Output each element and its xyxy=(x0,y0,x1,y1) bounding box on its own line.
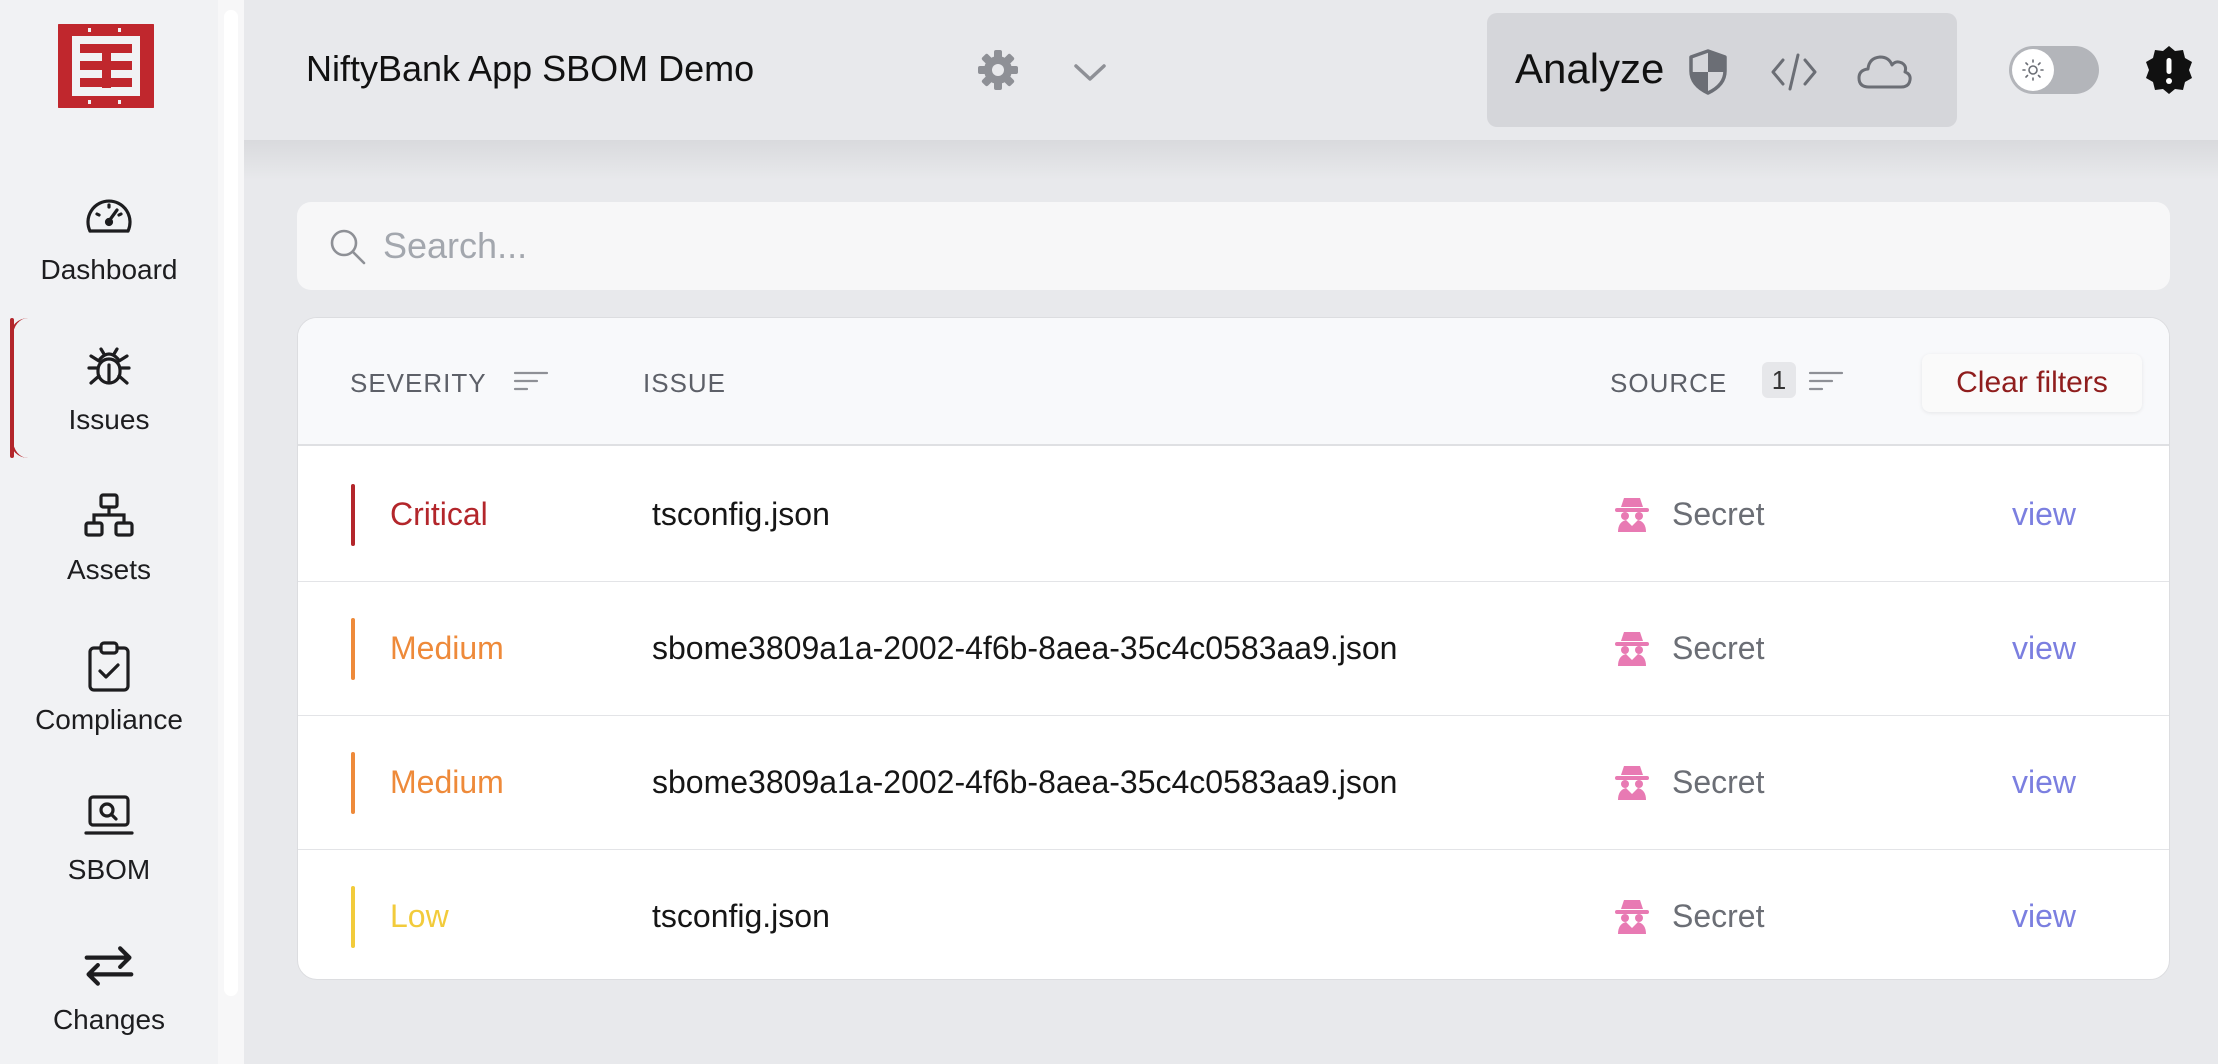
secret-agent-icon xyxy=(1615,498,1649,532)
severity-indicator xyxy=(351,886,355,948)
sidebar-item-label: Changes xyxy=(52,1004,166,1035)
view-link[interactable]: view xyxy=(2012,496,2076,533)
source-label: Secret xyxy=(1672,630,1765,666)
severity-label: Medium xyxy=(390,764,504,800)
secret-agent-icon xyxy=(1615,766,1649,800)
sidebar-item-dashboard[interactable]: Dashboard xyxy=(0,168,218,308)
table-row[interactable]: Medium sbome3809a1a-2002-4f6b-8aea-35c4c… xyxy=(298,716,2169,850)
arrows-exchange-icon xyxy=(83,940,135,992)
gear-icon[interactable] xyxy=(976,48,1020,92)
project-title: NiftyBank App SBOM Demo xyxy=(306,48,755,89)
severity-indicator xyxy=(351,618,355,680)
sun-icon xyxy=(2012,49,2054,91)
laptop-search-icon xyxy=(83,790,135,842)
issue-name: tsconfig.json xyxy=(652,898,830,934)
sidebar-item-label: Compliance xyxy=(35,704,183,735)
table-row[interactable]: Low tsconfig.json Secret view xyxy=(298,850,2169,979)
secret-agent-icon xyxy=(1615,632,1649,666)
search-bar[interactable] xyxy=(297,202,2170,290)
sidebar-item-compliance[interactable]: Compliance xyxy=(0,618,218,758)
clear-filters-button[interactable]: Clear filters xyxy=(1922,354,2142,412)
table-row[interactable]: Critical tsconfig.json Secret view xyxy=(298,448,2169,582)
gauge-icon xyxy=(83,190,135,242)
sidebar-item-label: Issues xyxy=(68,404,150,435)
clipboard-check-icon xyxy=(83,640,135,692)
column-header-issue: ISSUE xyxy=(643,368,727,398)
sort-icon[interactable] xyxy=(513,366,549,396)
column-header-severity: SEVERITY xyxy=(350,368,487,398)
sidebar-item-label: Dashboard xyxy=(40,254,178,285)
source-filter-count-badge: 1 xyxy=(1762,362,1796,398)
column-header-source: SOURCE xyxy=(1610,368,1728,398)
source-label: Secret xyxy=(1672,496,1765,532)
issue-name: sbome3809a1a-2002-4f6b-8aea-35c4c0583aa9… xyxy=(652,630,1398,666)
source-label: Secret xyxy=(1672,898,1765,934)
issue-name: sbome3809a1a-2002-4f6b-8aea-35c4c0583aa9… xyxy=(652,764,1398,800)
sidebar-item-issues[interactable]: Issues xyxy=(0,318,218,458)
bug-icon xyxy=(83,340,135,392)
severity-indicator xyxy=(351,752,355,814)
sort-icon[interactable] xyxy=(1808,366,1844,396)
severity-label: Low xyxy=(390,898,449,934)
network-icon xyxy=(83,490,135,542)
table-row[interactable]: Medium sbome3809a1a-2002-4f6b-8aea-35c4c… xyxy=(298,582,2169,716)
alert-badge-icon[interactable] xyxy=(2142,44,2196,98)
sidebar-item-label: SBOM xyxy=(67,854,151,885)
header-shadow xyxy=(244,140,2218,180)
severity-label: Medium xyxy=(390,630,504,666)
code-icon[interactable] xyxy=(1769,47,1819,97)
sidebar-scrollbar[interactable] xyxy=(218,0,244,1064)
view-link[interactable]: view xyxy=(2012,764,2076,801)
source-label: Secret xyxy=(1672,764,1765,800)
sidebar-item-assets[interactable]: Assets xyxy=(0,468,218,608)
severity-indicator xyxy=(351,484,355,546)
issues-table: SEVERITY ISSUE SOURCE 1 Clear filters Cr… xyxy=(297,317,2170,980)
sidebar-item-changes[interactable]: Changes xyxy=(0,918,218,1058)
severity-label: Critical xyxy=(390,496,488,532)
view-link[interactable]: view xyxy=(2012,630,2076,667)
sidebar: Dashboard Issues Assets Compliance SBOM … xyxy=(0,0,218,1064)
search-input[interactable] xyxy=(383,202,2143,290)
theme-toggle[interactable] xyxy=(2009,46,2099,94)
view-link[interactable]: view xyxy=(2012,898,2076,935)
analyze-label: Analyze xyxy=(1515,45,1665,92)
analyze-panel: Analyze xyxy=(1487,13,1957,127)
cloud-icon[interactable] xyxy=(1855,47,1913,97)
shield-icon[interactable] xyxy=(1683,47,1733,97)
chevron-down-icon[interactable] xyxy=(1070,52,1110,92)
brand-logo xyxy=(58,24,154,108)
secret-agent-icon xyxy=(1615,900,1649,934)
top-header: NiftyBank App SBOM Demo Analyze xyxy=(244,0,2218,140)
sidebar-item-sbom[interactable]: SBOM xyxy=(0,768,218,908)
scrollbar-thumb[interactable] xyxy=(224,10,238,996)
search-icon xyxy=(330,229,366,265)
issue-name: tsconfig.json xyxy=(652,496,830,532)
sidebar-item-label: Assets xyxy=(66,554,152,585)
table-header: SEVERITY ISSUE SOURCE 1 Clear filters xyxy=(298,318,2169,446)
